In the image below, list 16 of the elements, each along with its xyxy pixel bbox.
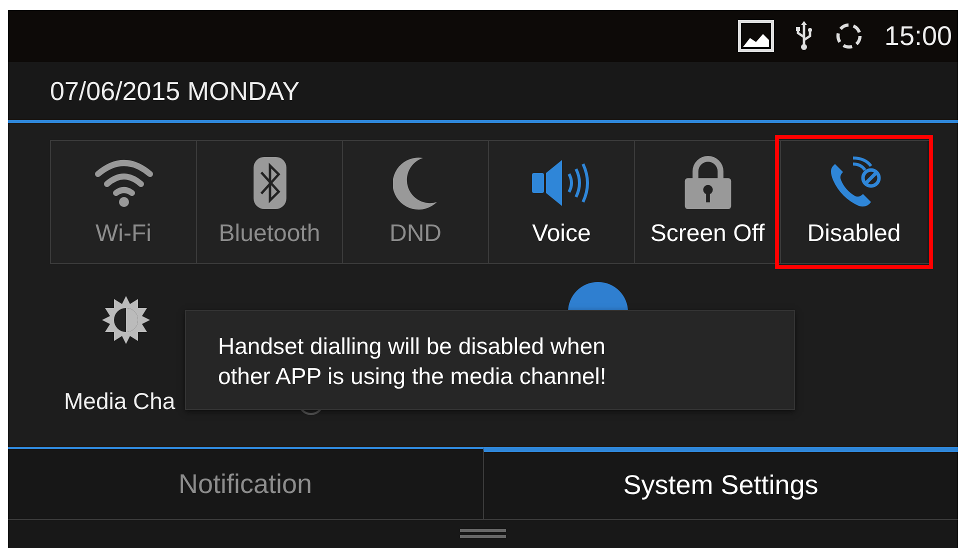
clock-time: 15:00	[884, 20, 952, 52]
moon-icon	[392, 156, 438, 210]
picture-icon	[738, 20, 774, 52]
quick-setting-tile[interactable]: Disabled	[781, 141, 927, 263]
media-channel-label: Media Cha	[64, 388, 176, 415]
tab[interactable]: System Settings	[482, 447, 958, 519]
usb-icon	[794, 21, 814, 51]
drag-handle-icon[interactable]	[460, 529, 506, 539]
warning-toast: Handset dialling will be disabled when other APP is using the media channel!	[185, 310, 795, 410]
brightness-icon	[102, 296, 150, 344]
date-label: 07/06/2015 MONDAY	[50, 76, 300, 106]
quick-setting-tile[interactable]: Screen Off	[635, 141, 781, 263]
bluetooth-icon	[252, 156, 288, 210]
sync-icon	[834, 21, 864, 51]
tab[interactable]: Notification	[8, 447, 482, 519]
quick-setting-tile[interactable]: Voice	[489, 141, 635, 263]
